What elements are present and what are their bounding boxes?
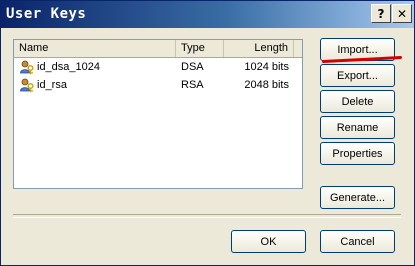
column-header-type[interactable]: Type [176, 40, 224, 57]
key-user-icon [20, 78, 34, 93]
key-user-icon [20, 60, 34, 75]
separator [13, 214, 401, 218]
close-icon: ✕ [396, 6, 408, 21]
column-header-name[interactable]: Name [14, 40, 176, 57]
window-title: User Keys [6, 6, 87, 22]
key-length: 2048 bits [244, 79, 289, 91]
title-bar[interactable]: User Keys ? ✕ [1, 1, 414, 28]
help-icon: ? [377, 6, 385, 21]
generate-button[interactable]: Generate... [320, 186, 395, 209]
properties-button[interactable]: Properties [320, 142, 395, 165]
user-keys-dialog: User Keys ? ✕ Name Type Length id_dsa_10… [0, 0, 415, 266]
list-item[interactable]: id_dsa_1024 DSA 1024 bits [14, 58, 302, 76]
ok-button[interactable]: OK [231, 230, 306, 253]
help-button[interactable]: ? [371, 4, 391, 23]
list-item[interactable]: id_rsa RSA 2048 bits [14, 76, 302, 94]
key-type: RSA [181, 79, 204, 91]
list-header: Name Type Length [14, 40, 302, 58]
rename-button[interactable]: Rename [320, 116, 395, 139]
key-name: id_rsa [37, 79, 67, 91]
keys-list[interactable]: Name Type Length id_dsa_1024 DSA 1024 bi… [13, 39, 303, 189]
key-length: 1024 bits [244, 61, 289, 73]
delete-button[interactable]: Delete [320, 90, 395, 113]
export-button[interactable]: Export... [320, 64, 395, 87]
close-button[interactable]: ✕ [392, 4, 412, 23]
key-type: DSA [181, 61, 204, 73]
column-header-length[interactable]: Length [224, 40, 294, 57]
key-name: id_dsa_1024 [37, 61, 101, 73]
cancel-button[interactable]: Cancel [320, 230, 395, 253]
